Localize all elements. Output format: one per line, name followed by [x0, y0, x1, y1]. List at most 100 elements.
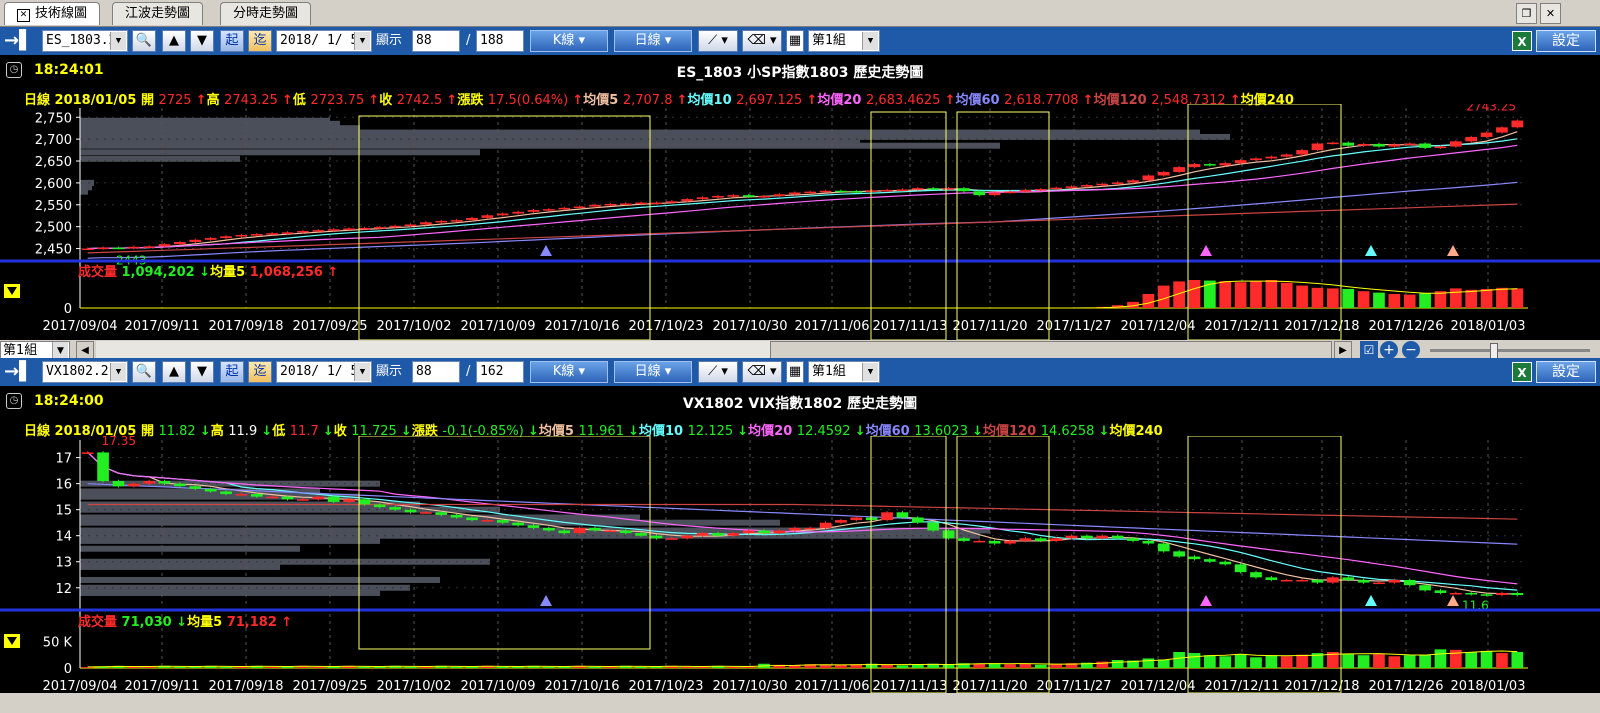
candle — [1311, 143, 1324, 151]
signal-triangle — [1447, 595, 1459, 606]
candle — [343, 228, 355, 230]
candle — [1465, 592, 1478, 595]
show-count-input[interactable]: 88 — [412, 30, 460, 52]
signal-triangle — [540, 245, 552, 256]
volume-bar — [1280, 282, 1293, 308]
line-tool-icon[interactable]: ⟋ ▾ — [698, 30, 738, 52]
price-chart[interactable]: 17161514131217.3511.650 K0成交量 71,030 ↓均量… — [0, 436, 1600, 693]
line-tool-icon[interactable]: ⟋ ▾ — [698, 361, 738, 383]
close-icon[interactable]: ✕ — [17, 9, 30, 22]
close-window-icon[interactable]: ✕ — [1540, 3, 1561, 24]
group-select[interactable]: 第1組 ▼ — [0, 341, 70, 360]
candle — [81, 248, 94, 251]
candle — [127, 246, 140, 249]
candle — [512, 522, 524, 526]
candle — [1342, 577, 1355, 580]
candle — [481, 215, 494, 218]
settings-button[interactable]: 設定 — [1536, 30, 1596, 52]
period-button[interactable]: 日線 ▾ — [614, 361, 692, 383]
chart-title: VX1802 VIX指數1802 歷史走勢圖 — [682, 396, 918, 412]
arrow-link-icon[interactable]: →▌ — [4, 30, 33, 52]
candle — [1280, 154, 1293, 157]
excel-icon[interactable]: X — [1512, 362, 1532, 382]
zoom-out-icon[interactable]: − — [1402, 341, 1420, 359]
down-button[interactable]: ▼ — [190, 361, 214, 383]
chevron-down-icon: ▼ — [862, 32, 878, 50]
group-select[interactable]: 第1組 ▼ — [808, 361, 880, 383]
scroll-thumb[interactable] — [770, 341, 1332, 359]
candle — [1419, 143, 1431, 148]
symbol-select[interactable]: VX1802.2 ▼ — [42, 361, 128, 383]
date-select[interactable]: 2018/ 1/ 5 ▼ — [276, 361, 372, 383]
start-button[interactable]: 起 — [220, 30, 244, 52]
search-button[interactable]: 🔍 — [132, 30, 156, 52]
candle — [573, 527, 586, 534]
candle — [281, 232, 294, 234]
tab-jiangbo[interactable]: 江波走勢圖 — [112, 2, 204, 25]
eraser-icon[interactable]: ⌫ ▾ — [742, 30, 782, 52]
group-select[interactable]: 第1組 ▼ — [808, 30, 880, 52]
symbol-select[interactable]: ES_1803.2 ▼ — [42, 30, 128, 52]
excel-icon[interactable]: X — [1512, 31, 1532, 51]
settings-button[interactable]: 設定 — [1536, 361, 1596, 383]
x-tick-label: 2017/11/20 — [953, 319, 1028, 334]
up-button[interactable]: ▲ — [162, 30, 186, 52]
zoom-slider-handle[interactable] — [1490, 343, 1498, 359]
candle — [681, 535, 694, 539]
zoom-slider[interactable] — [1430, 349, 1590, 352]
arrow-link-icon[interactable]: →▌ — [4, 361, 33, 383]
candle — [1373, 582, 1385, 585]
end-button[interactable]: 迄 — [248, 30, 272, 52]
volume-bar — [1265, 655, 1278, 668]
candle — [619, 530, 632, 534]
top-chart-area[interactable]: 2,750 2,700 2,650 2,600 2,550 2,500 2,450 2743.… — [0, 104, 1600, 340]
down-button[interactable]: ▼ — [190, 30, 214, 52]
candle — [727, 195, 740, 197]
candle — [1065, 186, 1078, 188]
bottom-chart-area[interactable]: 17 16 15 14 13 12 17.35 11.6 50 K 0 成交量 71,030 ↓均量… — [0, 436, 1600, 693]
volume-bar — [1388, 294, 1401, 308]
candle — [435, 512, 448, 515]
candle — [1219, 163, 1232, 166]
period-button[interactable]: 日線 ▾ — [614, 30, 692, 52]
k-line-button[interactable]: K線 ▾ — [530, 361, 608, 383]
volume-bar — [1019, 663, 1032, 668]
color-icon[interactable]: ▦ — [786, 30, 804, 52]
x-tick-label: 2017/09/04 — [43, 319, 118, 334]
candle — [850, 191, 863, 193]
candle — [481, 520, 494, 522]
candle — [1403, 143, 1416, 146]
price-chart[interactable]: 2,750 2,700 2,650 2,600 2,550 2,500 2,450 2743.… — [0, 104, 1600, 340]
eraser-icon[interactable]: ⌫ ▾ — [742, 361, 782, 383]
total-count-field: 188 — [476, 30, 524, 52]
start-button[interactable]: 起 — [220, 361, 244, 383]
zoom-in-icon[interactable]: + — [1380, 341, 1398, 359]
candle — [143, 481, 156, 484]
color-icon[interactable]: ▦ — [786, 361, 804, 383]
candle — [1004, 191, 1016, 194]
date-select[interactable]: 2018/ 1/ 5 ▼ — [276, 30, 372, 52]
volume-profile-bar — [80, 558, 490, 565]
scroll-right-icon[interactable]: ▶ — [1334, 341, 1352, 359]
search-button[interactable]: 🔍 — [132, 361, 156, 383]
up-button[interactable]: ▲ — [162, 361, 186, 383]
restore-icon[interactable]: ❐ — [1516, 3, 1537, 24]
k-line-button[interactable]: K線 ▾ — [530, 30, 608, 52]
end-button[interactable]: 迄 — [248, 361, 272, 383]
show-count-input[interactable]: 88 — [412, 361, 460, 383]
x-tick-label: 2017/10/16 — [545, 679, 620, 693]
candle — [1234, 564, 1247, 573]
tab-intraday[interactable]: 分時走勢圖 — [220, 2, 312, 25]
volume-bar — [1188, 280, 1201, 308]
tab-technical-chart[interactable]: ✕ 技術線圖 — [4, 2, 101, 25]
x-tick-label: 2017/11/06 — [795, 319, 870, 334]
volume-bar — [1373, 654, 1385, 668]
x-tick-label: 2018/01/03 — [1451, 319, 1526, 334]
top-chart-header: ◷ 18:24:01 ES_1803 小SP指數1803 歷史走勢圖 — [0, 57, 1600, 83]
candle — [527, 525, 540, 528]
checkbox-icon[interactable]: ☑ — [1360, 341, 1378, 359]
scroll-left-icon[interactable]: ◀ — [76, 341, 94, 359]
volume-bar — [1403, 655, 1416, 668]
annotation-box — [956, 436, 1050, 693]
arrow: ↑ — [281, 615, 292, 630]
